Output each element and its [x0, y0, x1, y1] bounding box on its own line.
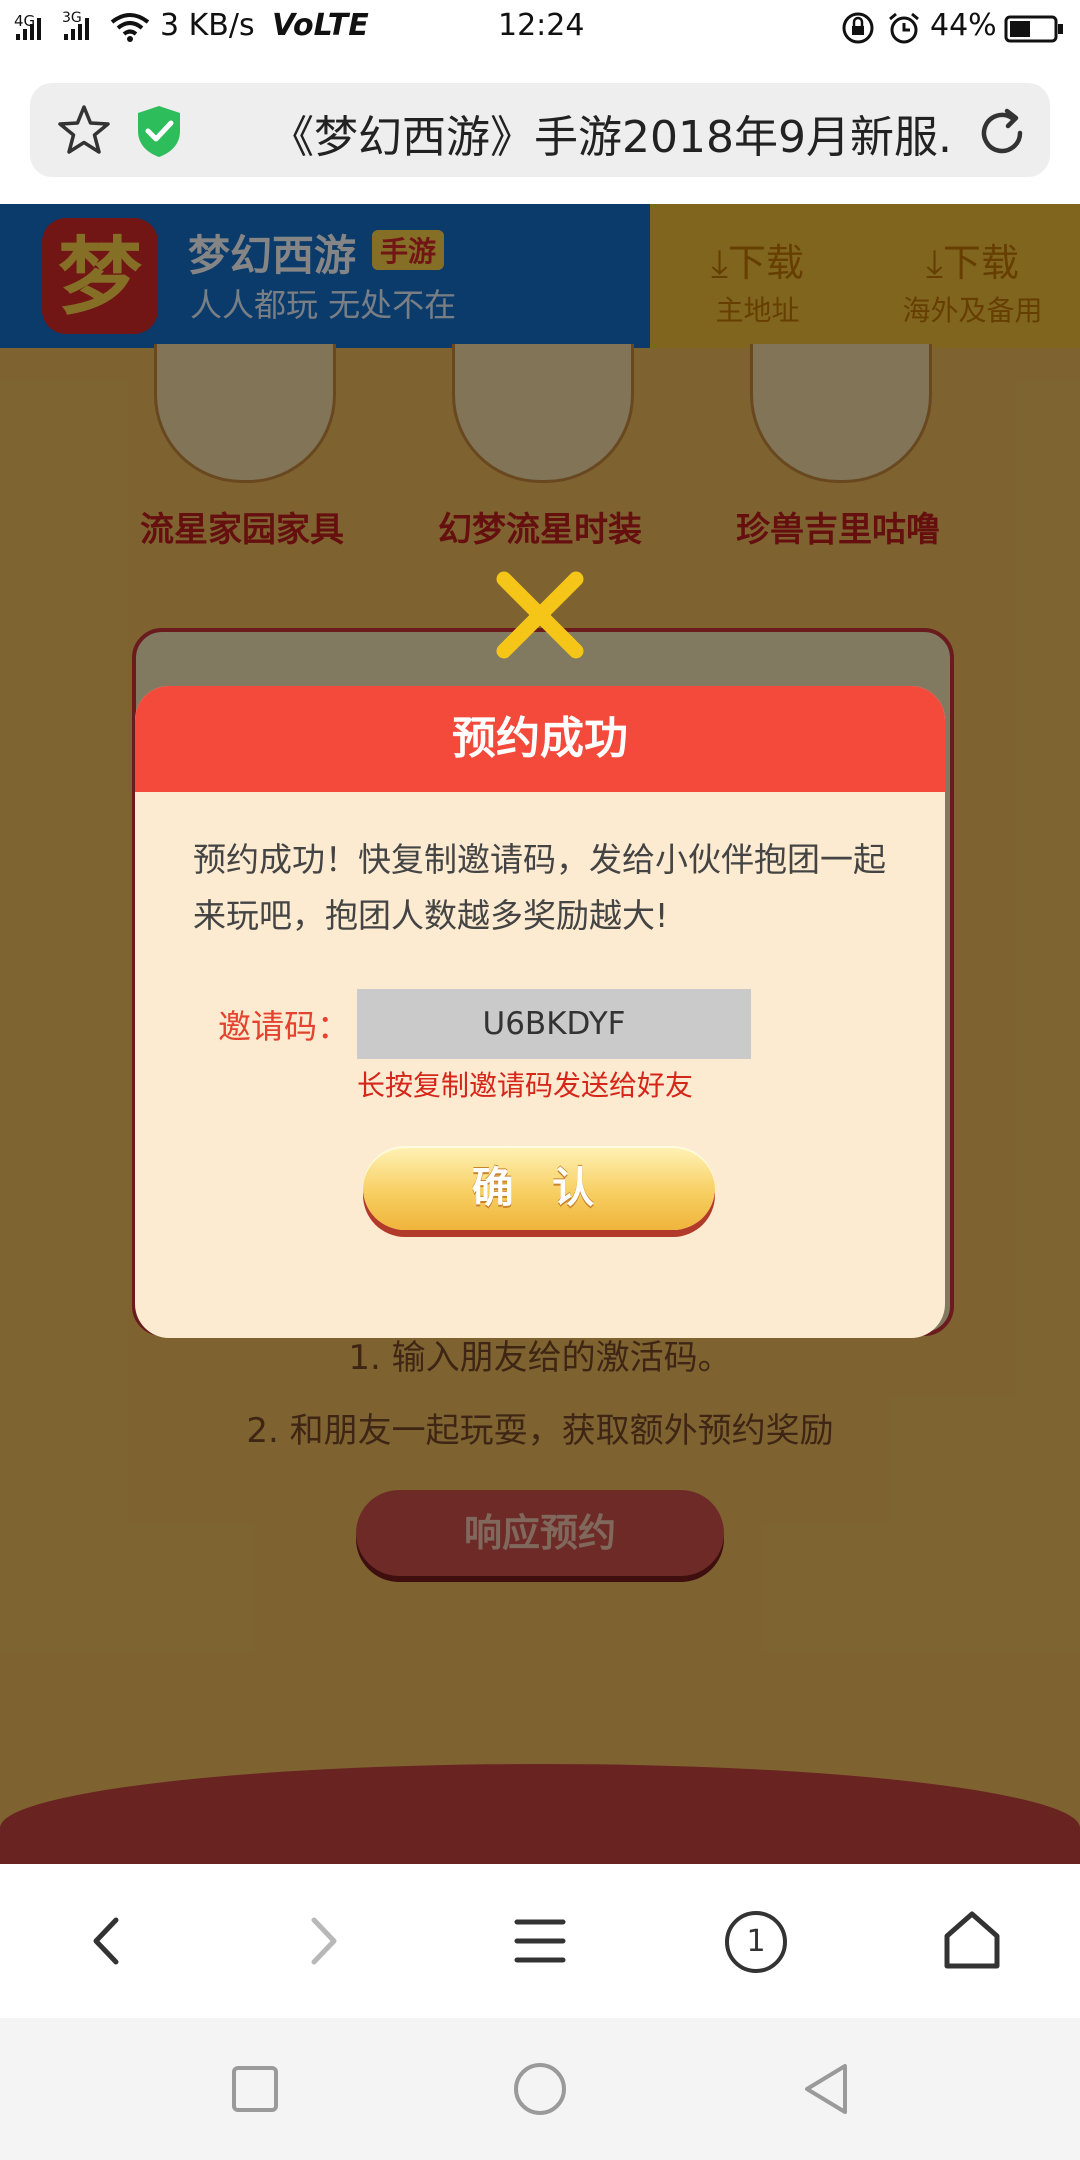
tab-count: 1 — [725, 1911, 787, 1973]
net-speed: 3 KB/s — [160, 8, 255, 43]
browser-bottom-nav: 1 — [0, 1864, 1080, 2018]
rotation-lock-icon — [842, 12, 874, 44]
star-icon[interactable] — [56, 103, 112, 159]
wifi-icon — [110, 13, 150, 42]
confirm-button[interactable]: 确 认 — [363, 1146, 715, 1230]
recents-icon[interactable] — [220, 2054, 290, 2124]
menu-icon[interactable] — [495, 1896, 585, 1986]
browser-toolbar: 《梦幻西游》手游2018年9月新服... — [0, 56, 1080, 204]
back-triangle-icon[interactable] — [793, 2054, 863, 2124]
network-type-label-2: 3G — [62, 10, 82, 26]
system-nav-bar — [0, 2018, 1080, 2160]
volte-label: VoLTE — [272, 8, 369, 43]
dialog-title: 预约成功 — [135, 686, 945, 792]
invite-code-hint: 长按复制邀请码发送给好友 — [357, 1069, 694, 1102]
alarm-icon — [889, 12, 919, 44]
dialog-message: 预约成功！快复制邀请码，发给小伙伴抱团一起来玩吧，抱团人数越多奖励越大! — [193, 840, 886, 935]
close-icon[interactable] — [490, 565, 590, 665]
status-bar: 4G 3G 3 KB/s VoLTE 12:24 44% — [0, 0, 1080, 56]
page-title[interactable]: 《梦幻西游》手游2018年9月新服... — [270, 101, 950, 165]
forward-icon[interactable] — [278, 1896, 368, 1986]
tabs-icon[interactable]: 1 — [710, 1896, 800, 1986]
battery-percent: 44% — [930, 8, 997, 43]
clock: 12:24 — [498, 8, 585, 43]
home-circle-icon[interactable] — [505, 2054, 575, 2124]
home-icon[interactable] — [927, 1896, 1017, 1986]
address-bar[interactable]: 《梦幻西游》手游2018年9月新服... — [30, 83, 1050, 177]
back-icon[interactable] — [62, 1896, 152, 1986]
reservation-success-dialog: 预约成功 预约成功！快复制邀请码，发给小伙伴抱团一起来玩吧，抱团人数越多奖励越大… — [135, 686, 945, 1338]
shield-check-icon[interactable] — [134, 103, 184, 159]
refresh-icon[interactable] — [974, 105, 1030, 161]
invite-code-label: 邀请码： — [218, 1007, 350, 1046]
invite-code-field[interactable]: U6BKDYF — [357, 989, 751, 1059]
battery-icon — [1004, 15, 1063, 43]
